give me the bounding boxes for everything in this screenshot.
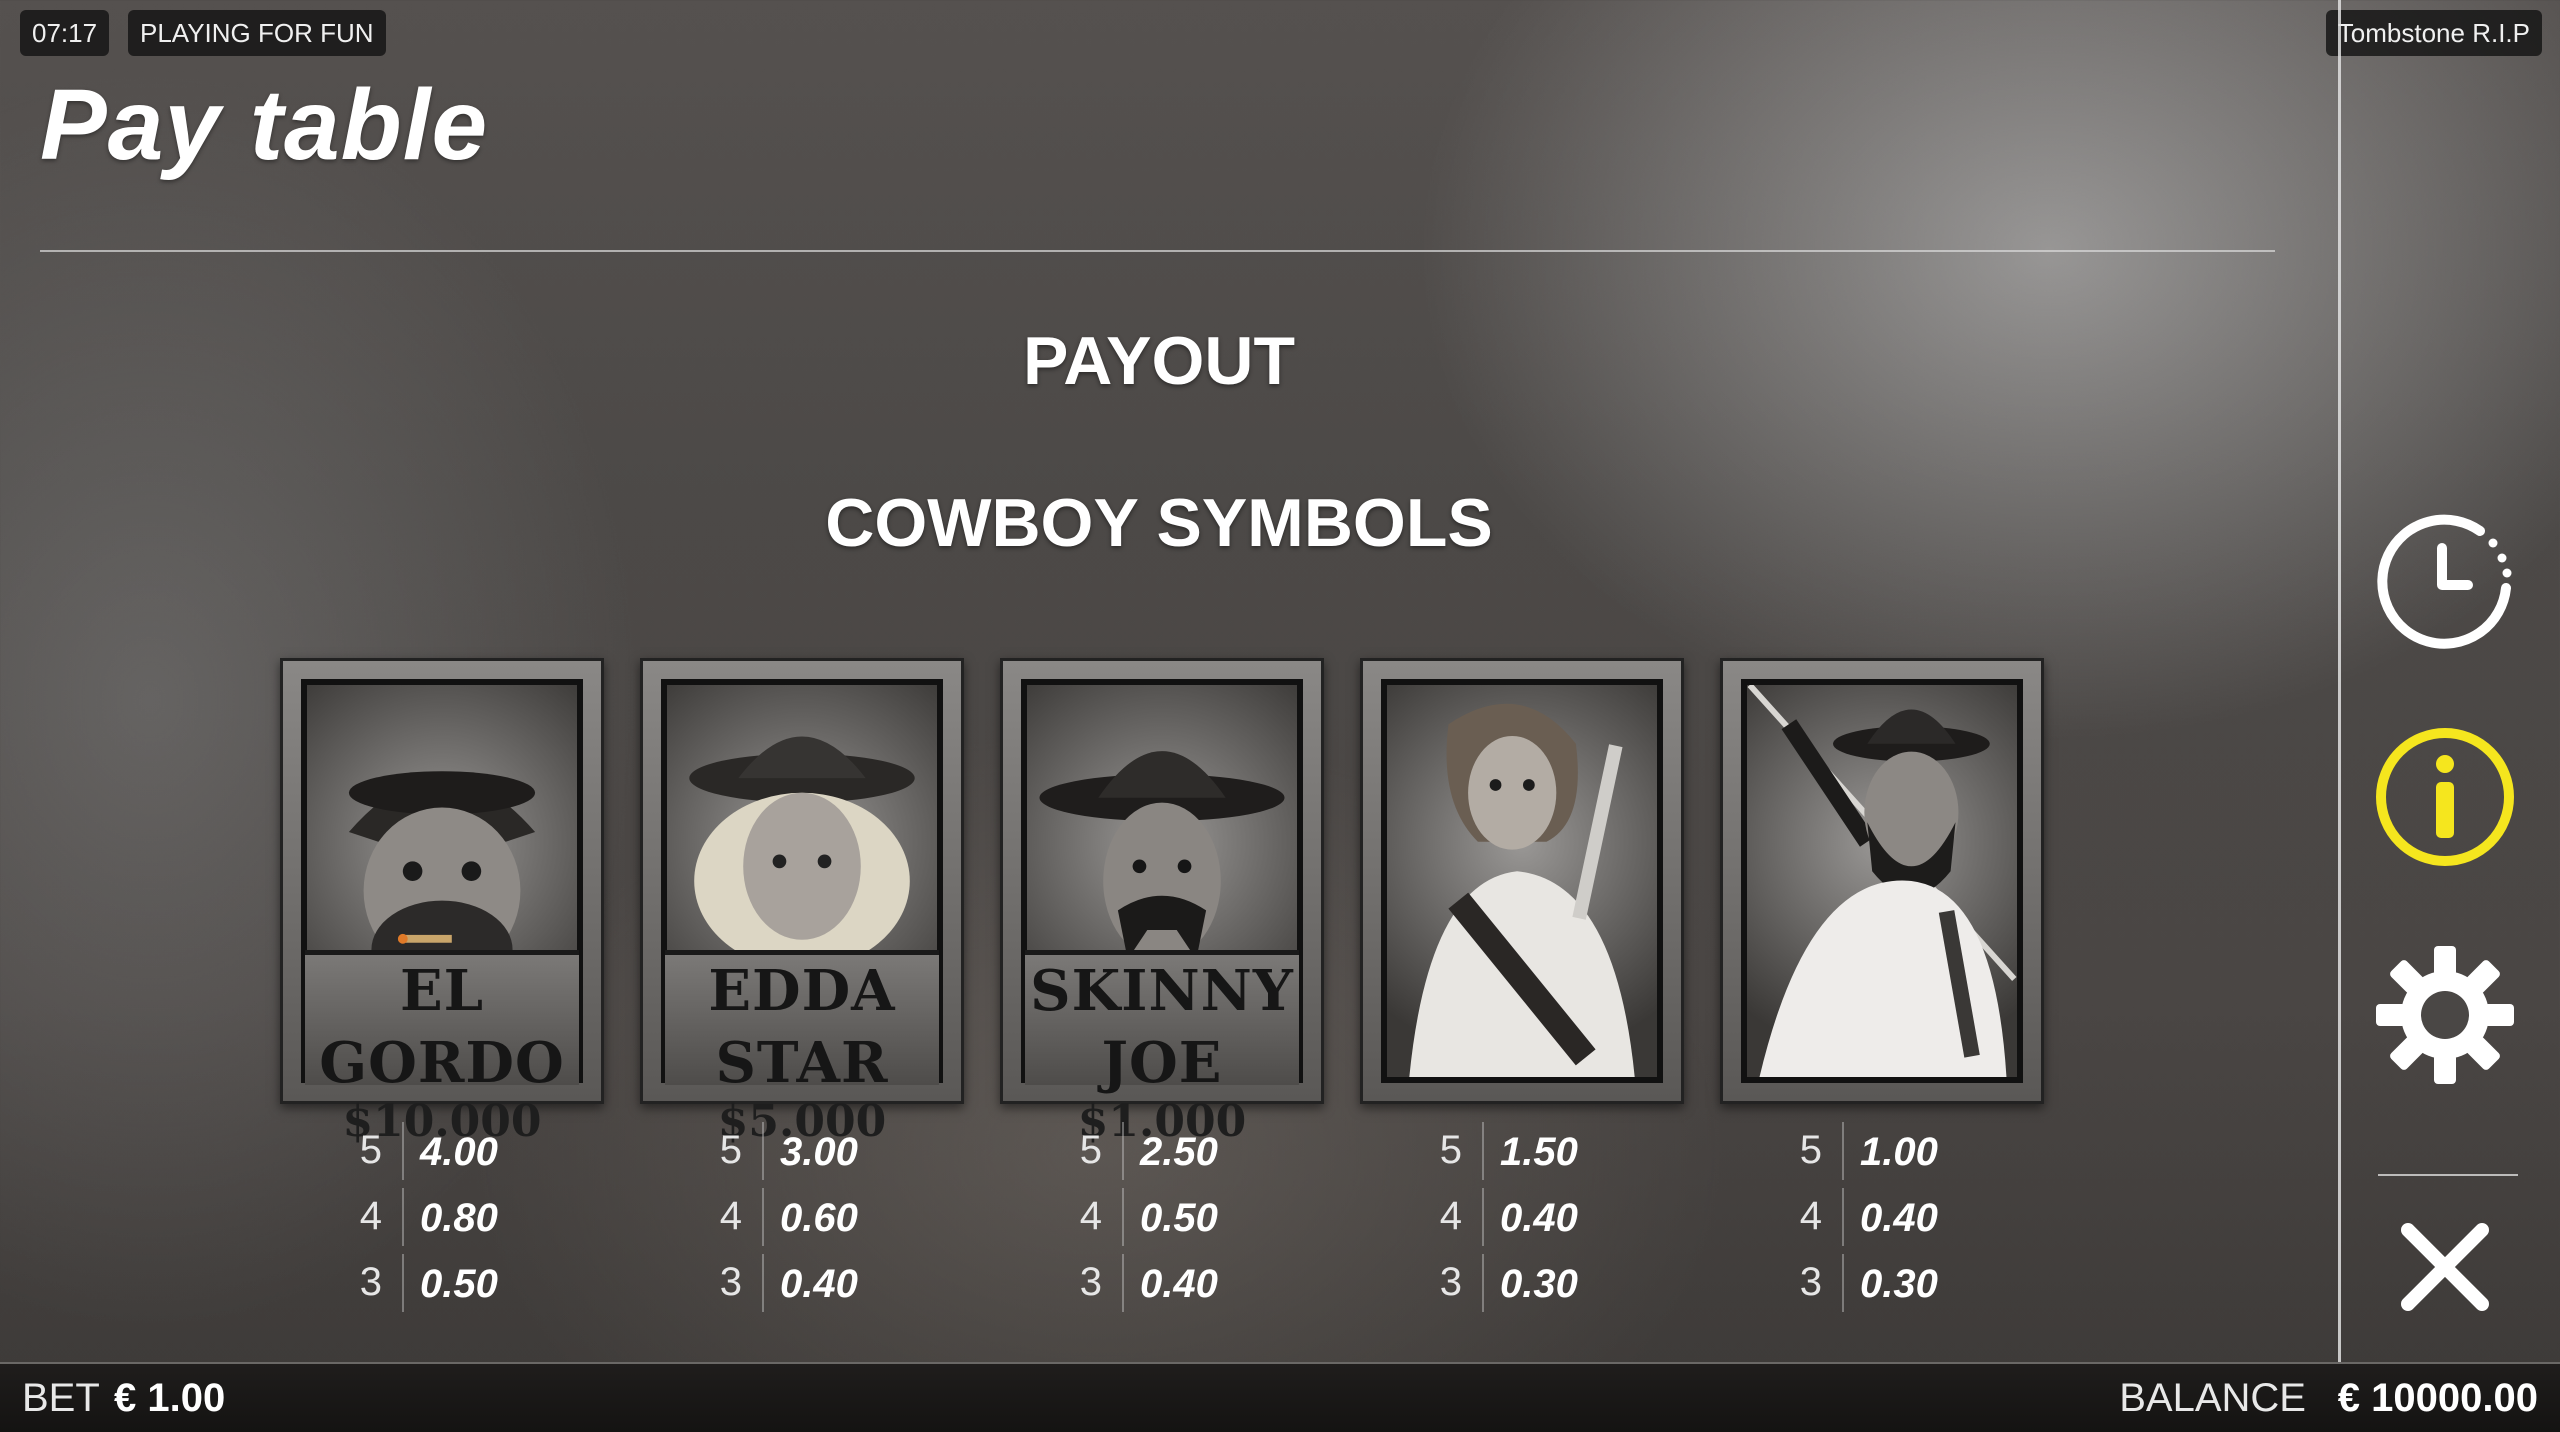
payout-row: 5 1.50 bbox=[1400, 1118, 1620, 1184]
symbol-count: 4 bbox=[719, 1194, 742, 1238]
symbol-count: 3 bbox=[719, 1260, 742, 1304]
poster-name: SKINNY JOE bbox=[1030, 958, 1294, 1096]
payout-amount: 0.40 bbox=[780, 1262, 858, 1306]
payout-amount: 0.60 bbox=[780, 1196, 858, 1240]
payout-amount: 1.00 bbox=[1860, 1130, 1938, 1174]
symbol-count: 3 bbox=[1799, 1260, 1822, 1304]
payout-row: 3 0.40 bbox=[680, 1250, 900, 1316]
history-icon bbox=[2377, 514, 2512, 649]
payout-amount: 0.80 bbox=[420, 1196, 498, 1240]
payout-heading: PAYOUT bbox=[1022, 323, 1296, 399]
symbol-count: 5 bbox=[1439, 1128, 1462, 1172]
close-icon bbox=[2401, 1223, 2489, 1311]
settings-button[interactable] bbox=[2370, 940, 2520, 1090]
bet-label: BET bbox=[22, 1376, 100, 1420]
payout-amount: 1.50 bbox=[1500, 1130, 1578, 1174]
payout-amount: 0.50 bbox=[1140, 1196, 1218, 1240]
poster-plate-edda-star: EDDA STAR $5.000 bbox=[665, 950, 939, 1145]
payout-list-skinny-joe: 5 2.50 4 0.50 3 0.40 bbox=[1040, 1118, 1260, 1316]
symbol-portrait-bearded-outlaw bbox=[1741, 679, 2023, 1083]
side-menu-divider bbox=[2338, 0, 2341, 1362]
symbol-count: 5 bbox=[1079, 1128, 1102, 1172]
symbol-card-skinny-joe: SKINNY JOE $1.000 bbox=[1000, 658, 1324, 1145]
symbol-count: 5 bbox=[719, 1128, 742, 1172]
bottom-bar: BET € 1.00 BALANCE € 10000.00 bbox=[0, 1362, 2560, 1432]
symbol-count: 5 bbox=[1799, 1128, 1822, 1172]
poster-plate-skinny-joe: SKINNY JOE $1.000 bbox=[1025, 950, 1299, 1145]
balance-label: BALANCE bbox=[2119, 1376, 2306, 1420]
info-icon bbox=[2376, 728, 2514, 866]
page-title: Pay table bbox=[40, 69, 489, 181]
symbol-card-el-gordo: EL GORDO $10.000 bbox=[280, 658, 604, 1145]
symbol-card-gunslinger-woman bbox=[1360, 658, 1684, 1104]
payout-row: 3 0.50 bbox=[320, 1250, 540, 1316]
gunslinger-woman-portrait-icon bbox=[1409, 703, 1635, 1077]
payout-list-edda-star: 5 3.00 4 0.60 3 0.40 bbox=[680, 1118, 900, 1316]
payout-amount: 0.50 bbox=[420, 1262, 498, 1306]
section-heading: COWBOY SYMBOLS bbox=[825, 485, 1493, 561]
payout-row: 4 0.60 bbox=[680, 1184, 900, 1250]
symbol-count: 4 bbox=[359, 1194, 382, 1238]
symbol-count: 3 bbox=[1439, 1260, 1462, 1304]
payout-row: 5 2.50 bbox=[1040, 1118, 1260, 1184]
payout-row: 4 0.40 bbox=[1760, 1184, 1980, 1250]
payout-amount: 0.40 bbox=[1500, 1196, 1578, 1240]
payout-list-el-gordo: 5 4.00 4 0.80 3 0.50 bbox=[320, 1118, 540, 1316]
info-button[interactable] bbox=[2370, 722, 2520, 872]
poster-name: EDDA STAR bbox=[708, 958, 896, 1096]
payout-amount: 0.40 bbox=[1860, 1196, 1938, 1240]
payout-row: 3 0.30 bbox=[1400, 1250, 1620, 1316]
history-button[interactable] bbox=[2370, 503, 2520, 653]
play-mode-badge: PLAYING FOR FUN bbox=[128, 10, 386, 56]
poster-name: EL GORDO bbox=[319, 958, 565, 1096]
payout-amount: 0.30 bbox=[1860, 1262, 1938, 1306]
payout-amount: 4.00 bbox=[420, 1130, 498, 1174]
settings-icon bbox=[2376, 946, 2514, 1084]
payout-row: 5 1.00 bbox=[1760, 1118, 1980, 1184]
poster-plate-el-gordo: EL GORDO $10.000 bbox=[305, 950, 579, 1145]
payout-row: 4 0.80 bbox=[320, 1184, 540, 1250]
symbol-card-edda-star: EDDA STAR $5.000 bbox=[640, 658, 964, 1145]
title-divider bbox=[40, 250, 2275, 252]
bet-value: € 1.00 bbox=[114, 1376, 226, 1420]
payout-amount: 0.30 bbox=[1500, 1262, 1578, 1306]
payout-list-gunslinger-woman: 5 1.50 4 0.40 3 0.30 bbox=[1400, 1118, 1620, 1316]
payout-row: 4 0.50 bbox=[1040, 1184, 1260, 1250]
symbol-count: 4 bbox=[1799, 1194, 1822, 1238]
symbol-portrait-gunslinger-woman bbox=[1381, 679, 1663, 1083]
payout-amount: 3.00 bbox=[780, 1130, 858, 1174]
symbol-count: 4 bbox=[1079, 1194, 1102, 1238]
symbol-count: 4 bbox=[1439, 1194, 1462, 1238]
payout-row: 5 4.00 bbox=[320, 1118, 540, 1184]
side-menu-rule bbox=[2378, 1174, 2518, 1176]
payout-amount: 2.50 bbox=[1140, 1130, 1218, 1174]
payout-row: 3 0.40 bbox=[1040, 1250, 1260, 1316]
payout-list-bearded-outlaw: 5 1.00 4 0.40 3 0.30 bbox=[1760, 1118, 1980, 1316]
clock: 07:17 bbox=[20, 10, 110, 56]
symbol-card-bearded-outlaw bbox=[1720, 658, 2044, 1104]
payout-row: 4 0.40 bbox=[1400, 1184, 1620, 1250]
bearded-outlaw-portrait-icon bbox=[1747, 685, 2017, 1077]
close-button[interactable] bbox=[2370, 1192, 2520, 1342]
payout-row: 3 0.30 bbox=[1760, 1250, 1980, 1316]
symbol-count: 5 bbox=[359, 1128, 382, 1172]
balance-value: € 10000.00 bbox=[2337, 1376, 2538, 1420]
payout-amount: 0.40 bbox=[1140, 1262, 1218, 1306]
game-name-label: Tombstone R.I.P bbox=[2325, 10, 2542, 56]
symbol-count: 3 bbox=[1079, 1260, 1102, 1304]
symbol-count: 3 bbox=[359, 1260, 382, 1304]
payout-row: 5 3.00 bbox=[680, 1118, 900, 1184]
